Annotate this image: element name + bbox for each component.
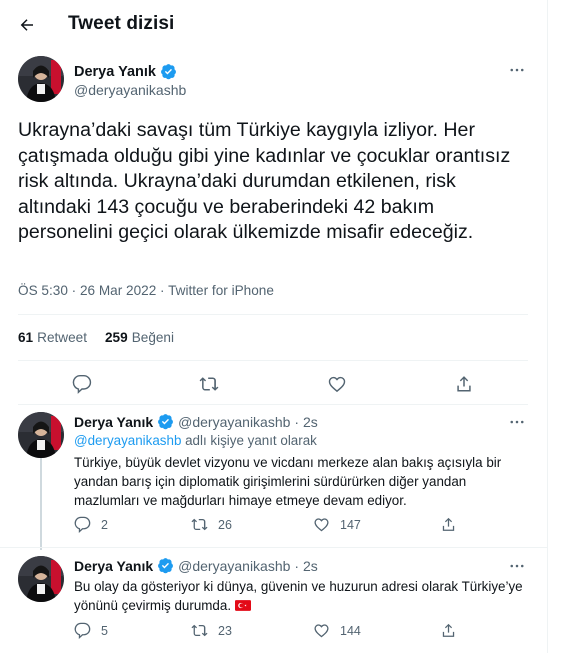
share-icon [442,623,455,637]
reply-icon [74,622,91,639]
like-count: 147 [340,517,361,532]
divider [0,547,548,548]
more-icon [510,420,524,424]
retweet-stat[interactable]: 61 Retweet [18,330,87,345]
thread-line [40,458,42,550]
like-label: Beğeni [131,330,175,345]
heart-icon [314,518,329,532]
more-button[interactable] [505,556,529,576]
reply-icon [74,516,91,533]
reply-text: Bu olay da gösteriyor ki dünya, güvenin … [74,577,529,615]
turkey-flag-icon [235,600,252,611]
reply-header: Derya Yanık @deryayanikashb · 2s [74,557,318,574]
share-button[interactable] [440,622,457,639]
mention-link[interactable]: @deryayanikashb [74,433,181,448]
reply-time[interactable]: · 2s [294,558,317,574]
share-button[interactable] [452,372,476,396]
author-handle[interactable]: @deryayanikashb [178,558,290,574]
arrow-left-icon [20,19,33,31]
tweet-timestamp[interactable]: ÖS 5:30 · 26 Mar 2022 · Twitter for iPho… [18,283,274,298]
verified-badge-icon [161,64,176,80]
verified-badge-icon [158,414,174,430]
share-icon [442,517,455,531]
author-name-text[interactable]: Derya Yanık [74,64,156,80]
retweet-label: Retweet [37,330,87,345]
retweet-count: 23 [218,623,232,638]
reply-actions: 2 26 147 [74,516,514,536]
more-icon [510,564,524,568]
avatar[interactable] [18,56,64,102]
retweet-icon [191,518,208,531]
heart-icon [314,624,329,638]
avatar[interactable] [18,556,64,602]
reply-count: 2 [101,517,108,532]
retweet-count: 61 [18,330,34,345]
retweet-icon [199,377,219,391]
reply-header: Derya Yanık @deryayanikashb · 2s [74,413,318,430]
heart-icon [328,376,346,393]
reply-button[interactable]: 2 [74,516,108,533]
reply-button[interactable]: 5 [74,622,108,639]
like-button[interactable]: 147 [313,516,361,533]
like-stat[interactable]: 259 Beğeni [105,330,174,345]
like-count: 144 [340,623,361,638]
like-count: 259 [105,330,128,345]
more-icon [510,68,524,72]
divider [18,360,528,361]
reply-icon [72,374,92,394]
tweet-actions [0,372,548,396]
tweet-text: Ukrayna’daki savaşı tüm Türkiye kaygıyla… [18,119,511,243]
author-name[interactable]: Derya Yanık [74,558,153,574]
author-handle[interactable]: @deryayanikashb [74,82,186,98]
share-button[interactable] [440,516,457,533]
retweet-icon [191,624,208,637]
retweet-button[interactable] [197,372,221,396]
retweet-button[interactable]: 26 [191,516,232,533]
like-button[interactable] [325,372,349,396]
reply-count: 5 [101,623,108,638]
retweet-count: 26 [218,517,232,532]
reply-time[interactable]: · 2s [294,414,317,430]
verified-badge-icon [158,558,174,574]
page-title: Tweet dizisi [68,13,175,34]
reply-actions: 5 23 144 [74,622,514,642]
retweet-button[interactable]: 23 [191,622,232,639]
reply-text-content: Bu olay da gösteriyor ki dünya, güvenin … [74,579,523,613]
divider [18,314,528,315]
author-handle[interactable]: @deryayanikashb [178,414,290,430]
page-header: Tweet dizisi [0,0,548,49]
back-button[interactable] [14,12,40,38]
tweet-thread-page: Tweet dizisi Derya Yanık @deryayanikashb… [0,0,548,653]
share-icon [457,376,471,392]
like-button[interactable]: 144 [313,622,361,639]
author-name[interactable]: Derya Yanık [74,414,153,430]
avatar[interactable] [18,412,64,458]
reply-button[interactable] [70,372,94,396]
more-button[interactable] [505,60,529,80]
replying-to: @deryayanikashb adlı kişiye yanıt olarak [74,433,317,448]
replying-to-text: adlı kişiye yanıt olarak [181,433,317,448]
reply-text: Türkiye, büyük devlet vizyonu ve vicdanı… [74,455,502,508]
more-button[interactable] [505,412,529,432]
author-name[interactable]: Derya Yanık [74,63,177,80]
divider [18,404,528,405]
tweet-stats: 61 Retweet 259 Beğeni [18,330,174,345]
